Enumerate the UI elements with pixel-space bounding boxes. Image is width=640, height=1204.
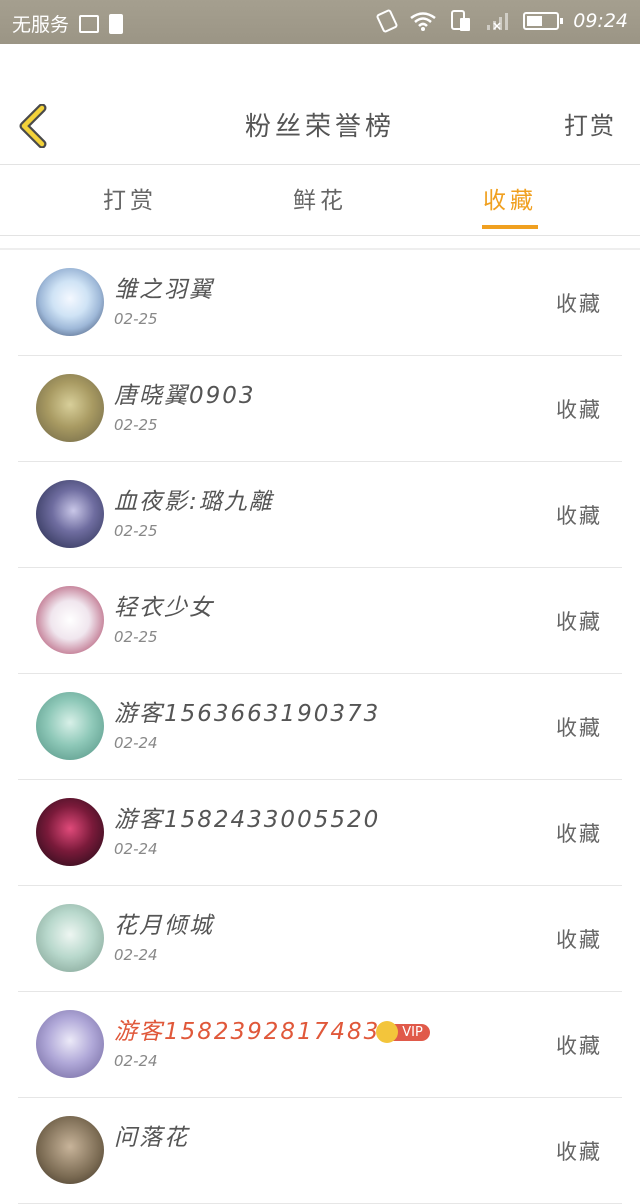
fan-date: 02-25 <box>114 416 158 434</box>
tab-reward[interactable]: 打赏 <box>60 181 200 215</box>
sim-icon <box>451 10 471 31</box>
fan-name-text: 游客1582392817483 <box>114 1019 381 1045</box>
avatar[interactable] <box>36 480 104 548</box>
vip-badge-label: VIP <box>402 1025 423 1040</box>
fan-name: 游客1563663190373 <box>114 701 381 727</box>
tab-flowers[interactable]: 鲜花 <box>250 181 390 215</box>
list-item[interactable]: 血夜影:璐九離 02-25 收藏 <box>18 462 622 568</box>
list-item[interactable]: 游客1563663190373 02-24 收藏 <box>18 674 622 780</box>
image-icon <box>79 14 100 33</box>
list-item[interactable]: 轻衣少女 02-25 收藏 <box>18 568 622 674</box>
fan-action: 收藏 <box>556 398 602 422</box>
clock: 09:24 <box>573 10 628 32</box>
fan-date: 02-24 <box>114 1052 158 1070</box>
list-item[interactable]: 游客1582392817483 VIP 02-24 收藏 <box>18 992 622 1098</box>
tab-favorites[interactable]: 收藏 <box>440 181 580 215</box>
fan-date: 02-25 <box>114 310 158 328</box>
avatar[interactable] <box>36 586 104 654</box>
fan-action: 收藏 <box>556 716 602 740</box>
fan-date: 02-24 <box>114 946 158 964</box>
avatar[interactable] <box>36 798 104 866</box>
fan-date: 02-25 <box>114 628 158 646</box>
active-tab-indicator <box>482 225 538 229</box>
status-bar: 无服务 09:24 <box>0 0 640 44</box>
avatar[interactable] <box>36 1010 104 1078</box>
fan-date: 02-24 <box>114 734 158 752</box>
avatar[interactable] <box>36 374 104 442</box>
fan-name: 血夜影:璐九離 <box>114 489 274 515</box>
fan-list: 雏之羽翼 02-25 收藏 唐晓翼0903 02-25 收藏 血夜影:璐九離 0… <box>18 250 622 1204</box>
list-item[interactable]: 花月倾城 02-24 收藏 <box>18 886 622 992</box>
fan-action: 收藏 <box>556 1140 602 1164</box>
list-item[interactable]: 唐晓翼0903 02-25 收藏 <box>18 356 622 462</box>
fan-action: 收藏 <box>556 504 602 528</box>
fan-date: 02-24 <box>114 840 158 858</box>
tab-bar: 打赏 鲜花 收藏 <box>0 165 640 236</box>
avatar[interactable] <box>36 1116 104 1184</box>
fan-name: 游客1582392817483 VIP <box>114 1012 430 1046</box>
vip-badge: VIP <box>376 1021 430 1043</box>
fan-action: 收藏 <box>556 292 602 316</box>
sd-card-icon <box>109 13 124 34</box>
rotation-lock-icon <box>375 8 399 34</box>
fan-action: 收藏 <box>556 610 602 634</box>
list-item[interactable]: 游客1582433005520 02-24 收藏 <box>18 780 622 886</box>
list-item[interactable]: 问落花 收藏 <box>18 1098 622 1204</box>
crown-icon <box>376 1021 399 1043</box>
signal-icon <box>487 13 509 30</box>
fan-name: 问落花 <box>114 1125 189 1151</box>
reward-button[interactable]: 打赏 <box>564 106 616 141</box>
avatar[interactable] <box>36 904 104 972</box>
battery-icon <box>523 12 564 30</box>
page-title: 粉丝荣誉榜 <box>244 112 395 142</box>
list-item[interactable]: 雏之羽翼 02-25 收藏 <box>18 250 622 356</box>
avatar[interactable] <box>36 692 104 760</box>
fan-name: 雏之羽翼 <box>114 277 214 303</box>
fan-action: 收藏 <box>556 1034 602 1058</box>
header-bar: 粉丝荣誉榜 打赏 <box>0 44 640 165</box>
wifi-icon <box>410 12 436 31</box>
fan-name: 唐晓翼0903 <box>114 383 256 409</box>
fan-date: 02-25 <box>114 522 158 540</box>
fan-action: 收藏 <box>556 928 602 952</box>
fan-name: 游客1582433005520 <box>114 807 381 833</box>
fan-name: 花月倾城 <box>114 913 214 939</box>
avatar[interactable] <box>36 268 104 336</box>
fan-action: 收藏 <box>556 822 602 846</box>
fan-name: 轻衣少女 <box>114 595 214 621</box>
carrier-label: 无服务 <box>12 14 70 36</box>
